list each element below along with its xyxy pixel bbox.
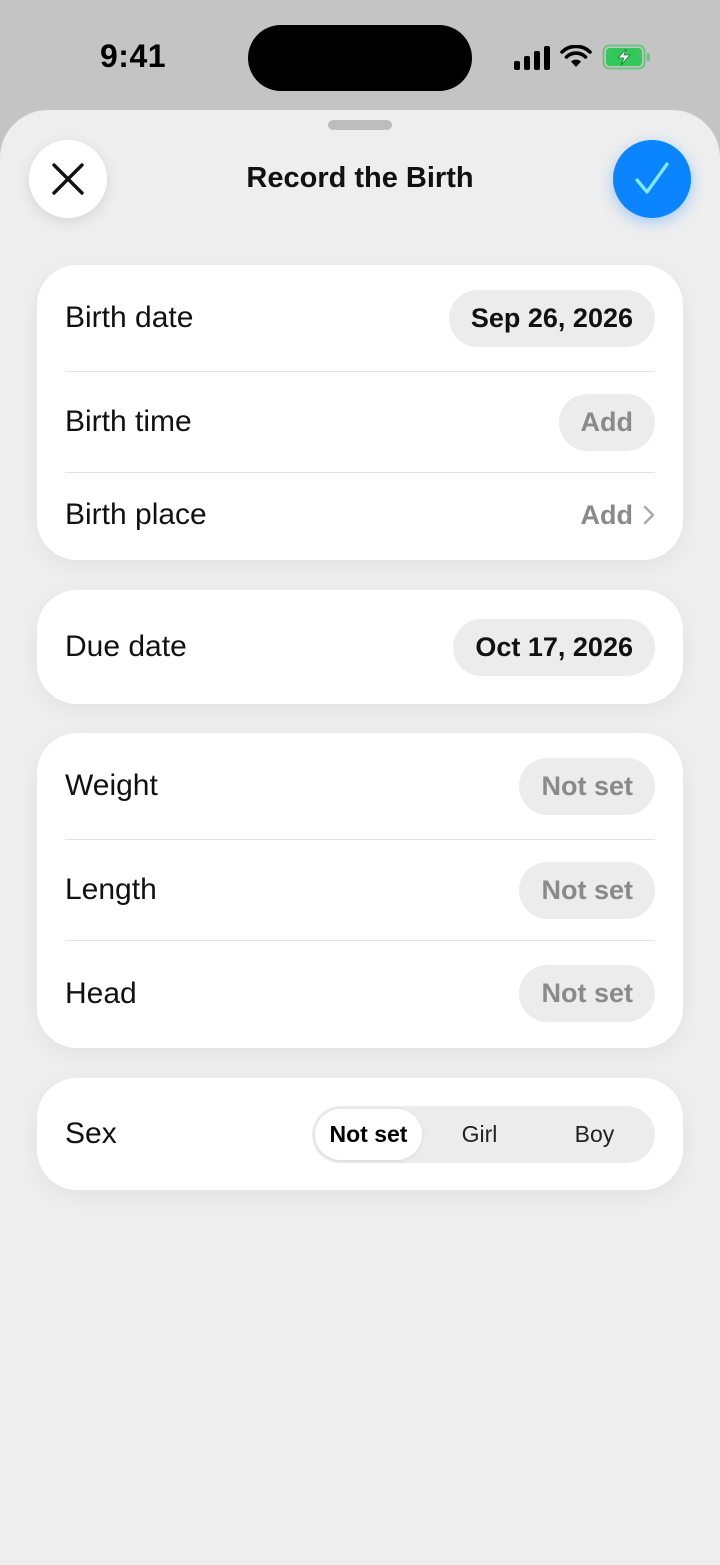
due-date-card: Due date Oct 17, 2026	[37, 590, 683, 704]
sex-option-not-set[interactable]: Not set	[315, 1108, 422, 1160]
length-row: Length Not set	[65, 840, 655, 941]
weight-row: Weight Not set	[65, 733, 655, 840]
cellular-signal-icon	[514, 44, 550, 70]
birth-date-row: Birth date Sep 26, 2026	[65, 265, 655, 372]
birth-place-row[interactable]: Birth place Add	[65, 473, 655, 557]
weight-label: Weight	[65, 769, 158, 802]
dynamic-island	[248, 25, 472, 91]
wifi-icon	[560, 45, 592, 67]
birth-place-label: Birth place	[65, 498, 207, 531]
sex-card: Sex Not set Girl Boy	[37, 1078, 683, 1190]
status-icons	[514, 44, 652, 70]
measurements-card: Weight Not set Length Not set Head Not s…	[37, 733, 683, 1048]
birth-time-row: Birth time Add	[65, 372, 655, 473]
status-time: 9:41	[100, 38, 167, 74]
battery-charging-icon	[602, 44, 652, 70]
sex-row: Sex Not set Girl Boy	[65, 1078, 655, 1190]
head-row: Head Not set	[65, 941, 655, 1046]
sex-option-girl[interactable]: Girl	[422, 1109, 537, 1160]
chevron-right-icon	[643, 505, 655, 525]
sex-segmented-control[interactable]: Not set Girl Boy	[312, 1105, 655, 1163]
sex-option-boy[interactable]: Boy	[537, 1109, 652, 1160]
weight-value-button[interactable]: Not set	[519, 757, 655, 815]
birth-time-label: Birth time	[65, 405, 192, 438]
birth-details-card: Birth date Sep 26, 2026 Birth time Add B…	[37, 265, 683, 560]
status-bar: 9:41	[0, 0, 720, 110]
length-label: Length	[65, 873, 157, 906]
length-value-button[interactable]: Not set	[519, 861, 655, 919]
confirm-button[interactable]	[613, 140, 691, 218]
due-date-row: Due date Oct 17, 2026	[65, 590, 655, 704]
due-date-picker[interactable]: Oct 17, 2026	[453, 618, 655, 676]
head-value-button[interactable]: Not set	[519, 965, 655, 1022]
sheet-grabber[interactable]	[328, 120, 392, 130]
birth-date-picker[interactable]: Sep 26, 2026	[448, 289, 655, 347]
close-button[interactable]	[29, 140, 107, 218]
head-label: Head	[65, 976, 137, 1010]
checkmark-icon	[635, 162, 669, 194]
due-date-label: Due date	[65, 630, 187, 663]
birth-time-add-button[interactable]: Add	[558, 393, 655, 451]
sex-label: Sex	[65, 1117, 117, 1150]
birth-date-label: Birth date	[65, 301, 194, 334]
sheet-title: Record the Birth	[246, 162, 474, 194]
record-birth-sheet: Record the Birth Birth date Sep 26, 2026…	[0, 110, 720, 1565]
birth-place-add-link[interactable]: Add	[581, 500, 655, 531]
close-icon	[52, 163, 84, 195]
birth-place-value: Add	[580, 499, 633, 530]
